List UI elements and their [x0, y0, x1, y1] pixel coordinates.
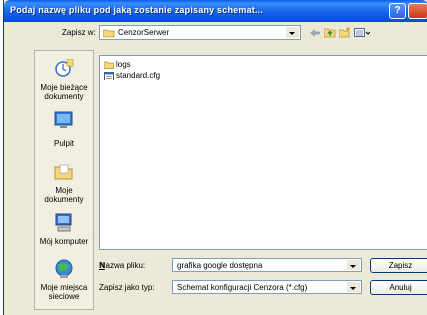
save-in-dropdown[interactable]: CenzorSerwer — [99, 25, 301, 40]
folder-icon — [103, 29, 115, 38]
filetype-value: Schemat konfiguracji Cenzora (*.cfg) — [177, 283, 308, 292]
chevron-down-icon[interactable] — [285, 27, 299, 38]
file-list[interactable]: logs standard.cfg — [99, 55, 427, 250]
help-button[interactable]: ? — [389, 3, 406, 19]
recent-documents-icon — [55, 59, 74, 77]
filename-input[interactable]: grafika google dostępna — [172, 258, 362, 272]
close-button[interactable] — [408, 3, 427, 19]
place-label: Mój komputer — [39, 237, 89, 246]
up-folder-icon[interactable] — [324, 27, 336, 38]
place-recent-documents[interactable]: Moje bieżące dokumenty — [35, 57, 93, 103]
folder-icon — [104, 61, 114, 69]
place-label: Moje dokumenty — [44, 186, 84, 204]
file-name: logs — [116, 60, 131, 69]
desktop-icon — [54, 111, 73, 128]
chevron-down-icon[interactable] — [346, 260, 360, 270]
place-my-computer[interactable]: Mój komputer — [35, 211, 93, 251]
filetype-label: Zapisz jako typ: — [99, 283, 155, 292]
my-computer-icon — [55, 213, 72, 232]
chevron-down-icon[interactable] — [346, 282, 360, 292]
network-places-icon — [55, 259, 73, 278]
title-bar[interactable]: Podaj nazwę pliku pod jaką zostanie zapi… — [4, 0, 427, 22]
new-folder-icon[interactable] — [339, 27, 351, 38]
place-label: Moje bieżące dokumenty — [40, 83, 88, 101]
place-my-documents[interactable]: Moje dokumenty — [35, 161, 93, 204]
filename-value: grafika google dostępna — [177, 261, 263, 270]
save-button-label: Zapisz — [388, 261, 413, 270]
save-in-label: Zapisz w: — [62, 28, 96, 37]
my-documents-folder-icon — [54, 164, 73, 180]
help-icon: ? — [394, 5, 401, 16]
place-label: Pulpit — [53, 139, 74, 148]
back-arrow-icon[interactable] — [309, 28, 321, 38]
cancel-button[interactable]: Anuluj — [370, 280, 427, 295]
dialog-title: Podaj nazwę pliku pod jaką zostanie zapi… — [10, 5, 264, 15]
filetype-dropdown[interactable]: Schemat konfiguracji Cenzora (*.cfg) — [172, 280, 362, 294]
place-desktop[interactable]: Pulpit — [35, 109, 93, 151]
save-in-value: CenzorSerwer — [118, 28, 170, 37]
file-name: standard.cfg — [116, 71, 161, 80]
place-label: Moje miejsca sieciowe — [40, 283, 88, 301]
view-menu-icon[interactable] — [354, 27, 370, 38]
save-dialog: Podaj nazwę pliku pod jaką zostanie zapi… — [3, 0, 427, 315]
places-bar: Moje bieżące dokumenty Pulpit Moje dokum… — [34, 50, 94, 310]
filename-label-text: Nazwa pliku: — [99, 261, 146, 270]
place-network[interactable]: Moje miejsca sieciowe — [35, 257, 93, 307]
cancel-button-label: Anuluj — [389, 283, 412, 292]
save-button[interactable]: Zapisz — [370, 258, 427, 273]
config-file-icon — [104, 72, 114, 80]
filename-label: NNazwa pliku: — [99, 261, 146, 270]
